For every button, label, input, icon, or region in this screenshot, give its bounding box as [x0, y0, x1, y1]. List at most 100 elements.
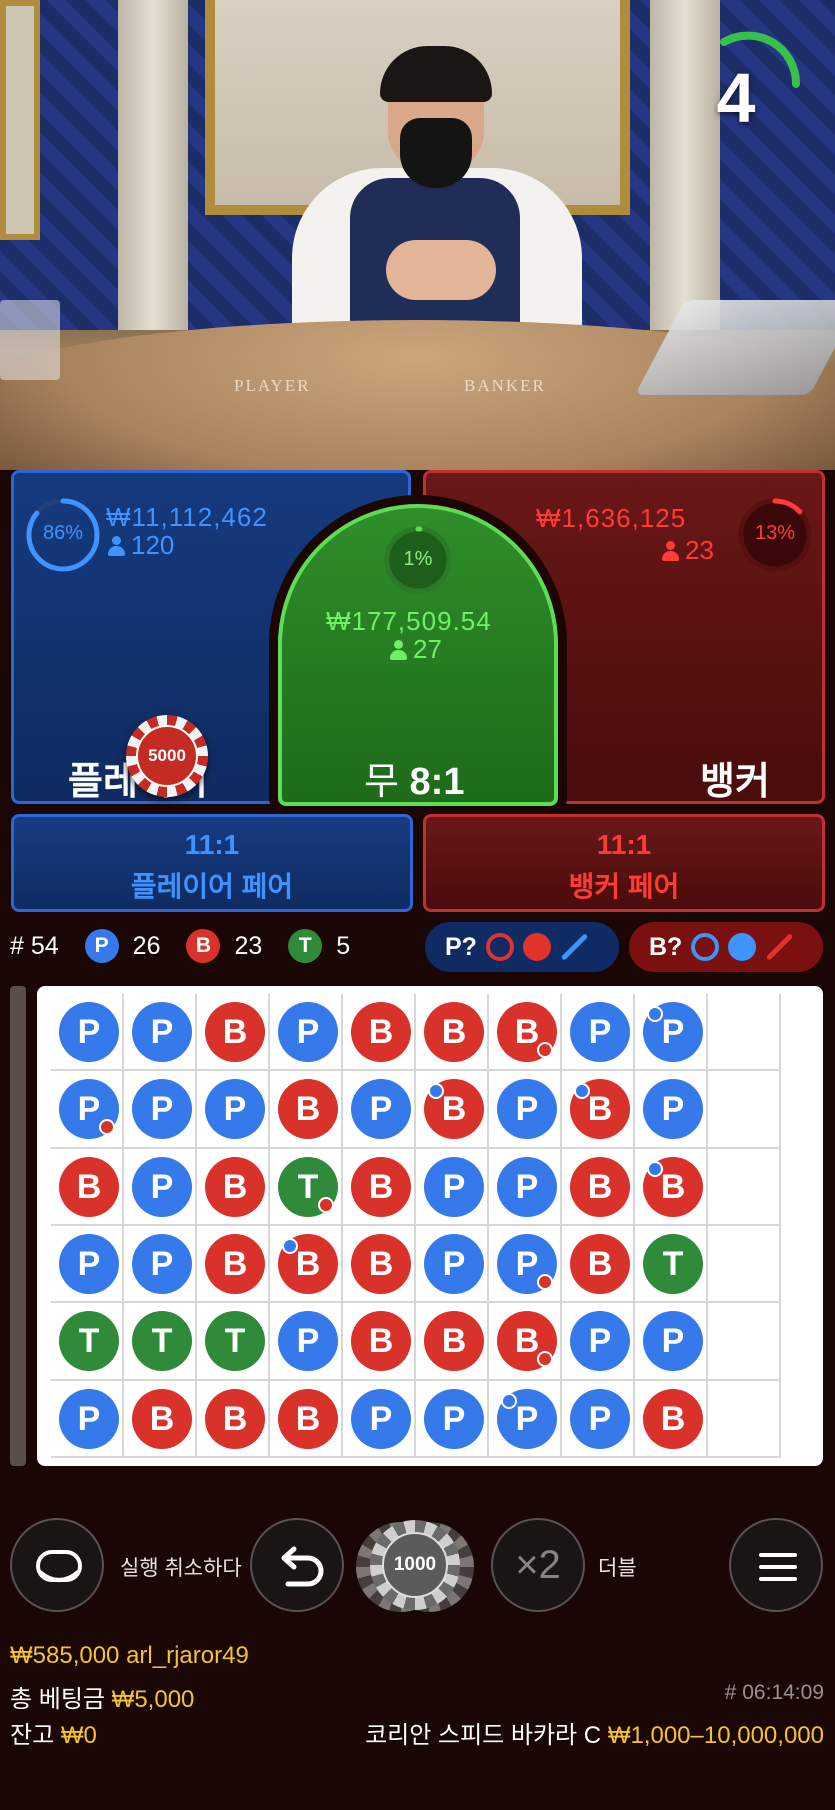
bead-p: P	[59, 1002, 119, 1062]
bead-road-cell: T	[124, 1303, 197, 1381]
balance-line: 잔고 ₩0	[10, 1715, 97, 1750]
bead-road-cell: P	[51, 1380, 124, 1458]
bead-p: P	[643, 1079, 703, 1140]
total-bet-line: 총 베팅금 ₩5,000	[10, 1679, 194, 1714]
bead-b: B	[351, 1234, 411, 1294]
player-predict-button[interactable]: P? .predict-p .slash::after{background:#…	[425, 922, 619, 972]
bead-b: B	[205, 1234, 265, 1294]
bead-b: B	[59, 1156, 119, 1217]
bead-road-cell: P	[489, 1226, 562, 1304]
banker-wins-count: 23	[234, 931, 263, 960]
bead-road-cell: B	[416, 994, 489, 1072]
bead-road-cell: P	[51, 1226, 124, 1304]
bead-road-cell: B	[562, 1148, 635, 1226]
bead-p: P	[570, 1311, 630, 1372]
bead-road-cell: T	[635, 1226, 708, 1304]
bead-road-cell: B	[343, 1148, 416, 1226]
player-predict-label: P?	[445, 932, 477, 961]
bead-t: T	[643, 1234, 703, 1294]
bead-road-cell: B	[270, 1380, 343, 1458]
bead-road-cell: B	[562, 1226, 635, 1304]
bead-road-cell: P	[416, 1380, 489, 1458]
banker-title: 뱅커	[700, 761, 770, 803]
bead-road-cell: B	[51, 1148, 124, 1226]
bead-road-cell: P	[635, 994, 708, 1072]
banker-pair-dot	[99, 1119, 115, 1136]
banker-predict-button[interactable]: B? .predict-b .slash::after{background:#…	[629, 922, 823, 972]
bead-b: B	[205, 1156, 265, 1217]
bead-road-cell: P	[562, 994, 635, 1072]
bead-road-cell: P	[51, 1071, 124, 1149]
bead-road-cell: B	[635, 1380, 708, 1458]
bead-b: B	[205, 1002, 265, 1062]
bead-p: P	[570, 1002, 630, 1062]
small-road-dot-icon	[522, 933, 551, 961]
bead-road-cell: P	[124, 1148, 197, 1226]
bead-p: P	[497, 1156, 557, 1217]
selected-chip[interactable]: 1000	[370, 1520, 460, 1610]
banker-predict-label: B?	[649, 932, 683, 961]
last-win-amount: ₩585,000	[10, 1642, 120, 1669]
bead-road-cell: B	[270, 1071, 343, 1149]
bead-road-cell: B	[343, 1303, 416, 1381]
bead-b: B	[570, 1156, 630, 1217]
table-name: 코리안 스피드 바카라 C	[365, 1722, 602, 1749]
road-scroll-handle[interactable]	[10, 986, 26, 1466]
double-label: 더블	[598, 1557, 637, 1580]
bead-road-cell: P	[416, 1148, 489, 1226]
bead-t: T	[132, 1311, 192, 1372]
player-pair-dot	[501, 1392, 517, 1409]
bead-b: B	[570, 1079, 630, 1140]
bead-p: P	[278, 1311, 338, 1372]
bead-road[interactable]: PPBPBBBPPPPPBPBPBPBPBTBPPBBPPBBBPPBTTTTP…	[37, 986, 823, 1466]
banker-amount: ₩1,636,125	[536, 503, 687, 533]
round-stats: # 54 P 26 B 23 T 5	[10, 924, 376, 968]
bead-road-cell	[708, 1303, 781, 1381]
bead-road-cell: B	[197, 1226, 270, 1304]
player-pair-dot	[647, 1160, 663, 1177]
bead-road-cell	[708, 994, 781, 1072]
menu-button[interactable]	[729, 1518, 823, 1612]
bead-road-cell: B	[343, 994, 416, 1072]
bead-road-cell: P	[489, 1148, 562, 1226]
table-label-banker: BANKER	[464, 376, 546, 395]
bead-t: T	[205, 1311, 265, 1372]
bead-b: B	[497, 1002, 557, 1062]
player-wins-count: 26	[132, 931, 161, 960]
lobby-button[interactable]	[10, 1518, 104, 1612]
bead-road-cell: P	[562, 1303, 635, 1381]
bead-b: B	[497, 1311, 557, 1372]
bead-road-cell: B	[562, 1071, 635, 1149]
placed-chip: 5000	[126, 715, 208, 797]
tie-title-label: 무	[364, 761, 399, 803]
bead-road-cell: P	[343, 1380, 416, 1458]
bead-road-cell	[708, 1226, 781, 1304]
double-button[interactable]: ×2	[491, 1518, 585, 1612]
bead-p: P	[132, 1156, 192, 1217]
bead-road-cell: B	[489, 994, 562, 1072]
player-pair-bet-spot[interactable]: 11:1 플레이어 페어	[11, 814, 413, 912]
bead-road-cell: B	[197, 1148, 270, 1226]
game-id: # 06:14:09	[724, 1681, 824, 1704]
cockroach-slash-icon: .predict-p .slash::after{background:#3f9…	[560, 933, 588, 961]
player-count: 120	[108, 530, 174, 561]
undo-label: 실행 취소하다	[120, 1557, 242, 1580]
lobby-icon	[36, 1550, 82, 1582]
person-icon	[390, 640, 407, 660]
bead-road-cell: P	[197, 1071, 270, 1149]
username: arl_rjaror49	[126, 1642, 249, 1669]
tie-count-total: 5	[336, 931, 351, 960]
banker-pair-bet-spot[interactable]: 11:1 뱅커 페어	[423, 814, 825, 912]
player-stat-icon: P	[84, 929, 119, 963]
tie-amount: ₩177,509.54	[326, 606, 492, 636]
total-bet-value: ₩5,000	[111, 1686, 195, 1713]
bead-road-cell: P	[635, 1071, 708, 1149]
bead-p: P	[132, 1234, 192, 1294]
big-eye-ring-icon	[485, 933, 514, 961]
placed-chip-value: 5000	[136, 725, 198, 787]
bead-p: P	[59, 1388, 119, 1449]
chip-selector[interactable]: 1000	[356, 1518, 480, 1612]
bead-b: B	[132, 1388, 192, 1449]
table-limits: ₩1,000–10,000,000	[607, 1722, 824, 1749]
undo-button[interactable]	[250, 1518, 344, 1612]
